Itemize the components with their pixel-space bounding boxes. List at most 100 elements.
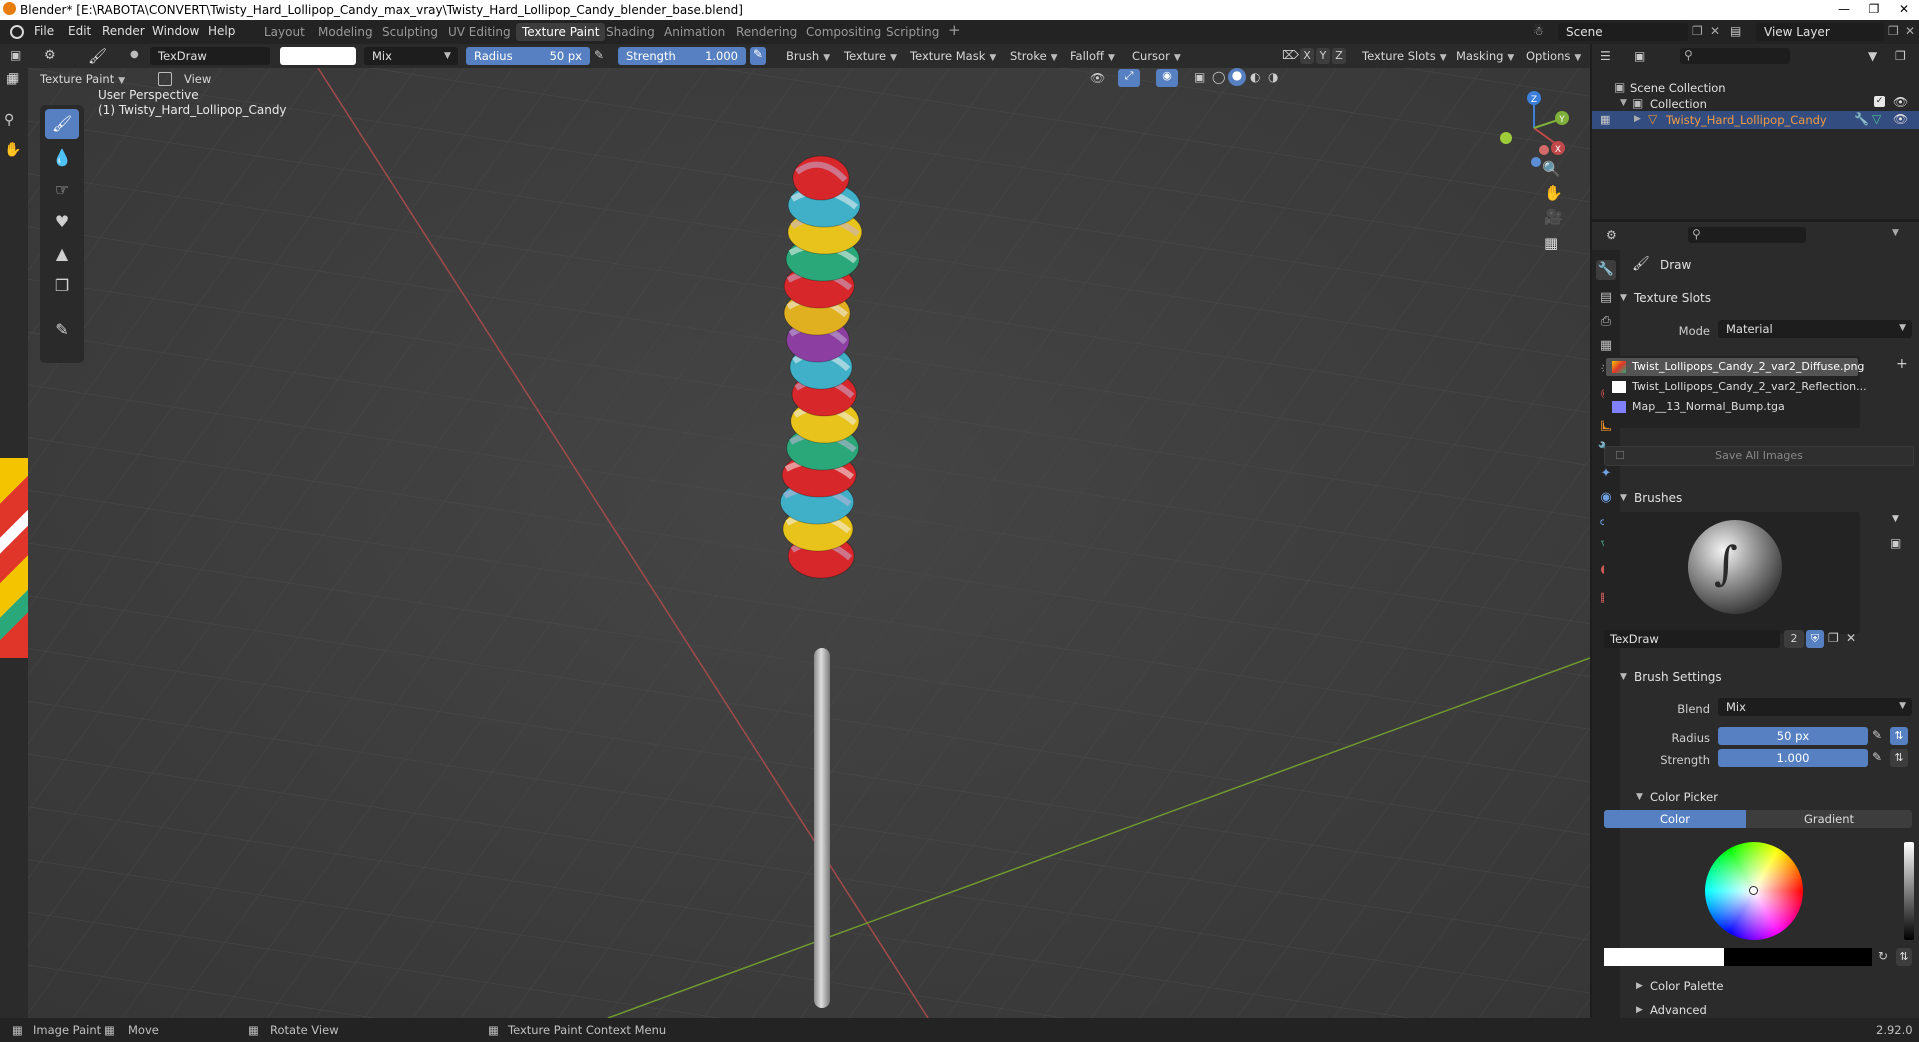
add-workspace-button[interactable]: +	[942, 21, 967, 39]
tab-uv-editing[interactable]: UV Editing	[442, 23, 517, 41]
tab-rendering[interactable]: Rendering	[730, 23, 803, 41]
new-scene-icon[interactable]: ❐	[1692, 24, 1703, 38]
mode-dropdown[interactable]: Texture Paint ▼	[40, 70, 125, 88]
rendered-shading-icon[interactable]: ◑	[1268, 70, 1278, 84]
gradient-tab[interactable]: Gradient	[1746, 810, 1912, 828]
properties-editor-icon[interactable]: ⚙	[1606, 228, 1617, 242]
tool-settings-icon[interactable]: ⚙	[44, 48, 56, 63]
xray-toggle-icon[interactable]: ▣	[1194, 70, 1205, 84]
close-window-icon[interactable]: ✕	[1889, 0, 1919, 20]
outliner-search-input[interactable]: ⚲	[1680, 48, 1790, 64]
material-shading-icon[interactable]: ◐	[1250, 70, 1260, 84]
color-palette-header[interactable]: Color Palette	[1650, 979, 1724, 993]
unlink-brush-icon[interactable]: ✕	[1846, 631, 1856, 645]
blend-dropdown[interactable]: Mix ▼	[1718, 698, 1912, 716]
masking-menu[interactable]: Masking ▼	[1456, 47, 1514, 65]
delete-scene-icon[interactable]: ✕	[1710, 24, 1720, 38]
annotate-tool-icon[interactable]: ✎	[45, 315, 79, 345]
overlay-toggle-icon[interactable]: ◉	[1156, 69, 1178, 87]
brush-icon[interactable]: 🖌	[88, 47, 107, 65]
options-menu[interactable]: Options ▼	[1526, 47, 1581, 65]
tab-sculpting[interactable]: Sculpting	[376, 23, 444, 41]
maximize-icon[interactable]: ❐	[1859, 0, 1889, 20]
tab-shading[interactable]: Shading	[600, 23, 661, 41]
collection-checkbox[interactable]: ✓	[1874, 96, 1885, 107]
object-visibility-icon[interactable]: 👁	[1893, 112, 1908, 126]
wireframe-shading-icon[interactable]: ◯	[1212, 70, 1225, 84]
color-wheel-cursor[interactable]	[1749, 886, 1758, 895]
brush-name-input[interactable]: TexDraw	[1604, 630, 1780, 648]
mask-tool-icon[interactable]: ❐	[45, 271, 79, 301]
menu-render[interactable]: Render	[102, 24, 145, 38]
outliner-display-mode-icon[interactable]: ▣	[1634, 49, 1645, 63]
advanced-expand-icon[interactable]: ▶	[1636, 1005, 1643, 1015]
radius-pressure-icon[interactable]: ✎	[594, 48, 604, 62]
outliner-object-row[interactable]: ▦ ▶ ▽ Twisty_Hard_Lollipop_Candy 🔧 ▽ 👁	[1592, 111, 1919, 129]
swap-colors-icon[interactable]: ↻	[1878, 949, 1888, 963]
symmetry-icon[interactable]: ⌦	[1282, 48, 1299, 62]
strength-slider[interactable]: Strength 1.000	[618, 47, 746, 65]
strength-pressure-icon[interactable]: ✎	[750, 47, 766, 65]
view-menu[interactable]: View	[184, 70, 211, 88]
brushes-collapse-icon[interactable]: ▼	[1620, 493, 1627, 503]
visibility-icon[interactable]: 👁	[1090, 71, 1105, 85]
3d-viewport[interactable]: Z X Y User Perspective (1) Twisty_Hard_L…	[28, 68, 1590, 1018]
texture-slots-header[interactable]: Texture Slots	[1634, 291, 1711, 305]
menu-help[interactable]: Help	[208, 24, 235, 38]
secondary-color-swatch[interactable]	[1724, 948, 1872, 966]
color-picker-collapse-icon[interactable]: ▼	[1636, 792, 1643, 802]
menu-file[interactable]: File	[34, 24, 54, 38]
radius-pressure-toggle-icon[interactable]: ⇅	[1890, 727, 1908, 745]
color-picker-header[interactable]: Color Picker	[1650, 790, 1718, 804]
pan-hand-icon[interactable]: ✋	[4, 142, 21, 158]
strength-pressure-toggle-icon[interactable]: ⇅	[1890, 749, 1908, 767]
radius-property-slider[interactable]: 50 px	[1718, 727, 1868, 745]
color-wheel[interactable]	[1705, 842, 1803, 940]
texture-slots-collapse-icon[interactable]: ▼	[1620, 293, 1627, 303]
save-all-images-button[interactable]: ☐ Save All Images	[1604, 446, 1914, 466]
collection-label[interactable]: Collection	[1650, 97, 1707, 111]
strength-unit-icon[interactable]: ✎	[1872, 750, 1882, 764]
properties-search-input[interactable]: ⚲	[1688, 227, 1806, 243]
texture-slots-menu[interactable]: Texture Slots ▼	[1362, 47, 1447, 65]
mirror-z-toggle[interactable]: Z	[1332, 48, 1346, 64]
radius-unit-icon[interactable]: ✎	[1872, 728, 1882, 742]
value-slider[interactable]	[1904, 842, 1914, 940]
texture-slot-row[interactable]: Twist_Lollipops_Candy_2_var2_Reflection.…	[1606, 378, 1867, 396]
tab-animation[interactable]: Animation	[658, 23, 731, 41]
fake-user-icon[interactable]: ●	[130, 49, 139, 60]
menu-window[interactable]: Window	[152, 24, 199, 38]
scene-selector[interactable]: Scene	[1558, 23, 1688, 41]
brush-menu[interactable]: Brush ▼	[786, 47, 830, 65]
collection-expand-icon[interactable]: ▼	[1620, 98, 1627, 108]
view-layer-selector[interactable]: View Layer	[1756, 23, 1884, 41]
falloff-menu[interactable]: Falloff ▼	[1070, 47, 1115, 65]
fill-tool-icon[interactable]: ▲	[45, 239, 79, 269]
draw-tool-icon[interactable]: 🖌	[45, 109, 79, 139]
scene-collection-label[interactable]: Scene Collection	[1630, 81, 1726, 95]
zoom-view-icon[interactable]: 🔍	[1542, 160, 1561, 178]
brush-color-swatch[interactable]	[280, 47, 356, 65]
new-collection-icon[interactable]: ❐	[1895, 49, 1906, 63]
color-pressure-toggle-icon[interactable]: ⇅	[1896, 948, 1912, 966]
soften-tool-icon[interactable]: 💧	[45, 143, 79, 173]
filter-icon[interactable]: ▼	[1868, 49, 1877, 63]
color-palette-expand-icon[interactable]: ▶	[1636, 981, 1643, 991]
blend-mode-dropdown[interactable]: Mix ▼	[364, 47, 458, 65]
brush-preview-area[interactable]: ∫	[1604, 512, 1860, 634]
stroke-menu[interactable]: Stroke ▼	[1010, 47, 1058, 65]
advanced-header[interactable]: Advanced	[1650, 1003, 1707, 1017]
collection-visibility-icon[interactable]: 👁	[1893, 95, 1908, 109]
tab-scripting[interactable]: Scripting	[880, 23, 945, 41]
output-tab-icon[interactable]: ⎙	[1596, 312, 1616, 332]
view-layer-tab-icon[interactable]: ▦	[1596, 336, 1616, 356]
menu-edit[interactable]: Edit	[68, 24, 91, 38]
brushes-header[interactable]: Brushes	[1634, 491, 1682, 505]
delete-view-layer-icon[interactable]: ✕	[1905, 24, 1915, 38]
mask-toggle-icon[interactable]	[158, 72, 172, 86]
physics-tab-icon[interactable]: ◉	[1596, 488, 1616, 508]
texture-slot-mode-dropdown[interactable]: Material ▼	[1718, 320, 1912, 338]
primary-color-swatch[interactable]	[1604, 948, 1724, 966]
tab-compositing[interactable]: Compositing	[800, 23, 887, 41]
blender-menu-icon[interactable]	[10, 25, 24, 39]
